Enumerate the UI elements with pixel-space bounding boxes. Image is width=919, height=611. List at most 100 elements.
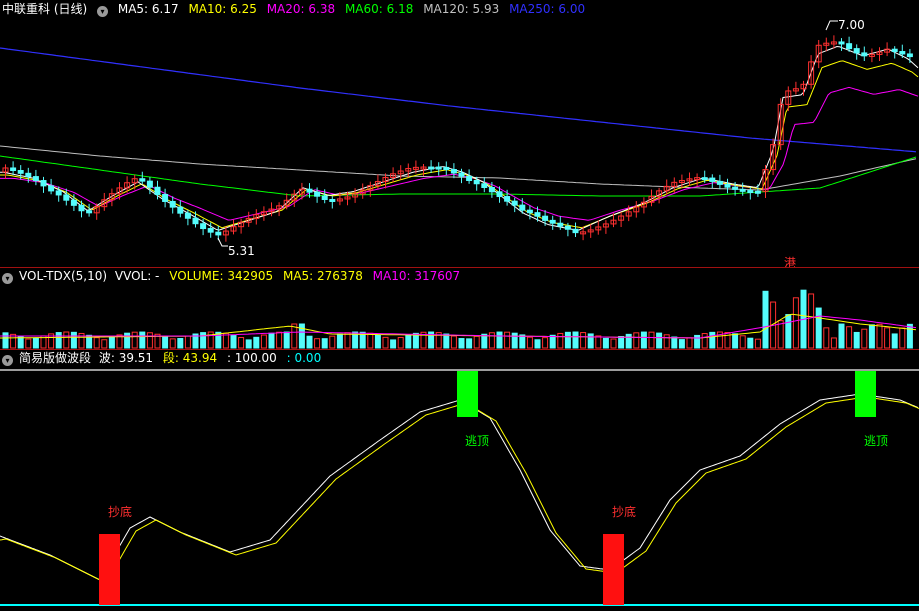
candle-body: [488, 187, 495, 193]
volume-bar: [519, 334, 526, 349]
candle-body: [724, 183, 731, 188]
volume-bar: [830, 337, 837, 349]
candle-body: [48, 185, 55, 192]
settings-circle-icon[interactable]: ▾: [2, 273, 13, 284]
ma60-label: MA60: 6.18: [344, 2, 414, 16]
volume-bar: [656, 332, 663, 349]
bottom-signal-bar: [99, 534, 120, 605]
wave-value-label: 波: 39.51: [98, 351, 154, 365]
volume-bar: [640, 331, 647, 349]
volume-bar: [230, 334, 237, 349]
volume-bar: [25, 338, 32, 349]
top-signal-label: 逃顶: [465, 434, 490, 448]
volume-bar: [747, 337, 754, 349]
candle-body: [32, 176, 39, 182]
top-signal-bar: [855, 371, 876, 417]
volume-bar: [488, 332, 495, 349]
candle-body: [154, 186, 161, 195]
volume-bar: [694, 334, 701, 349]
volume-bar: [792, 297, 799, 349]
volume-bar: [124, 332, 131, 349]
candle-body: [716, 180, 723, 185]
candle-body: [891, 48, 898, 53]
candle-body: [906, 53, 913, 58]
candle-body: [534, 212, 541, 217]
volume-bar: [162, 335, 169, 349]
volume-bar: [602, 337, 609, 349]
stock-title: 中联重科 (日线): [2, 2, 88, 16]
volume-bar: [55, 332, 62, 349]
candle-body: [192, 217, 199, 225]
candle-body: [177, 206, 184, 214]
ma20-label: MA20: 6.38: [266, 2, 336, 16]
wave-line: [0, 393, 919, 581]
settings-circle-icon[interactable]: ▾: [2, 355, 13, 366]
volume-bar: [595, 335, 602, 349]
volume-bar: [222, 332, 229, 349]
candle-body: [200, 223, 207, 230]
chart-canvas[interactable]: [0, 0, 919, 611]
volume-bar: [663, 334, 670, 349]
volume-bar: [260, 334, 267, 349]
volume-bar: [777, 320, 784, 349]
candle-body: [10, 167, 17, 172]
volume-bar: [891, 333, 898, 349]
volume-bar: [610, 338, 617, 349]
volume-bar: [534, 339, 541, 349]
candle-body: [519, 204, 526, 211]
volume-bar: [374, 334, 381, 349]
stock-chart-window: 中联重科 (日线) ▾ MA5: 6.17 MA10: 6.25 MA20: 6…: [0, 0, 919, 611]
volume-bar: [678, 339, 685, 349]
volume-bar: [443, 333, 450, 349]
volume-bar: [808, 293, 815, 349]
volume-bar: [238, 337, 245, 349]
volume-bar: [906, 323, 913, 349]
vol-ma5-label: MA5: 276378: [282, 269, 363, 283]
candle-body: [466, 175, 473, 181]
volume-bar: [184, 335, 191, 349]
candle-body: [78, 204, 85, 212]
volume-bar: [762, 290, 769, 349]
volume-bar: [701, 333, 708, 349]
segment-value-label: 段: 43.94: [162, 351, 218, 365]
volume-bar: [245, 339, 252, 349]
volume-bar: [542, 337, 549, 349]
candle-body: [306, 188, 313, 193]
candle-body: [207, 228, 214, 233]
volume-bar: [838, 323, 845, 349]
volume-label: VOLUME: 342905: [169, 269, 274, 283]
volume-bar: [70, 331, 77, 349]
volume-bar: [526, 336, 533, 349]
candle-body: [481, 183, 488, 189]
candle-body: [17, 170, 24, 174]
volume-bar: [2, 332, 9, 349]
ma250-label: MA250: 6.00: [509, 2, 586, 16]
volume-bar: [329, 335, 336, 349]
volume-bar: [336, 333, 343, 349]
candle-body: [709, 177, 716, 182]
volume-bar: [876, 323, 883, 349]
volume-bar: [169, 338, 176, 349]
candle-body: [435, 166, 442, 170]
candle-body: [557, 222, 564, 227]
volume-bar: [321, 338, 328, 349]
vvol-label: VVOL: -: [114, 269, 160, 283]
volume-bar: [131, 331, 138, 349]
settings-circle-icon[interactable]: ▾: [97, 6, 109, 17]
volume-bar: [314, 338, 321, 349]
volume-bar: [504, 331, 511, 349]
candle-body: [55, 190, 62, 196]
candle-body: [321, 195, 328, 201]
volume-bar: [754, 338, 761, 349]
volume-bar: [108, 336, 115, 349]
candle-body: [146, 180, 153, 188]
volume-bar: [496, 331, 503, 349]
bottom-signal-label: 抄底: [108, 505, 133, 519]
candle-body: [846, 43, 853, 50]
volume-bar: [412, 332, 419, 349]
volume-bar: [93, 337, 100, 349]
upper-bound-label: : 100.00: [226, 351, 277, 365]
low-marker-line: [217, 237, 228, 247]
wave-title: 简易版做波段: [19, 351, 92, 365]
candle-body: [450, 168, 457, 174]
